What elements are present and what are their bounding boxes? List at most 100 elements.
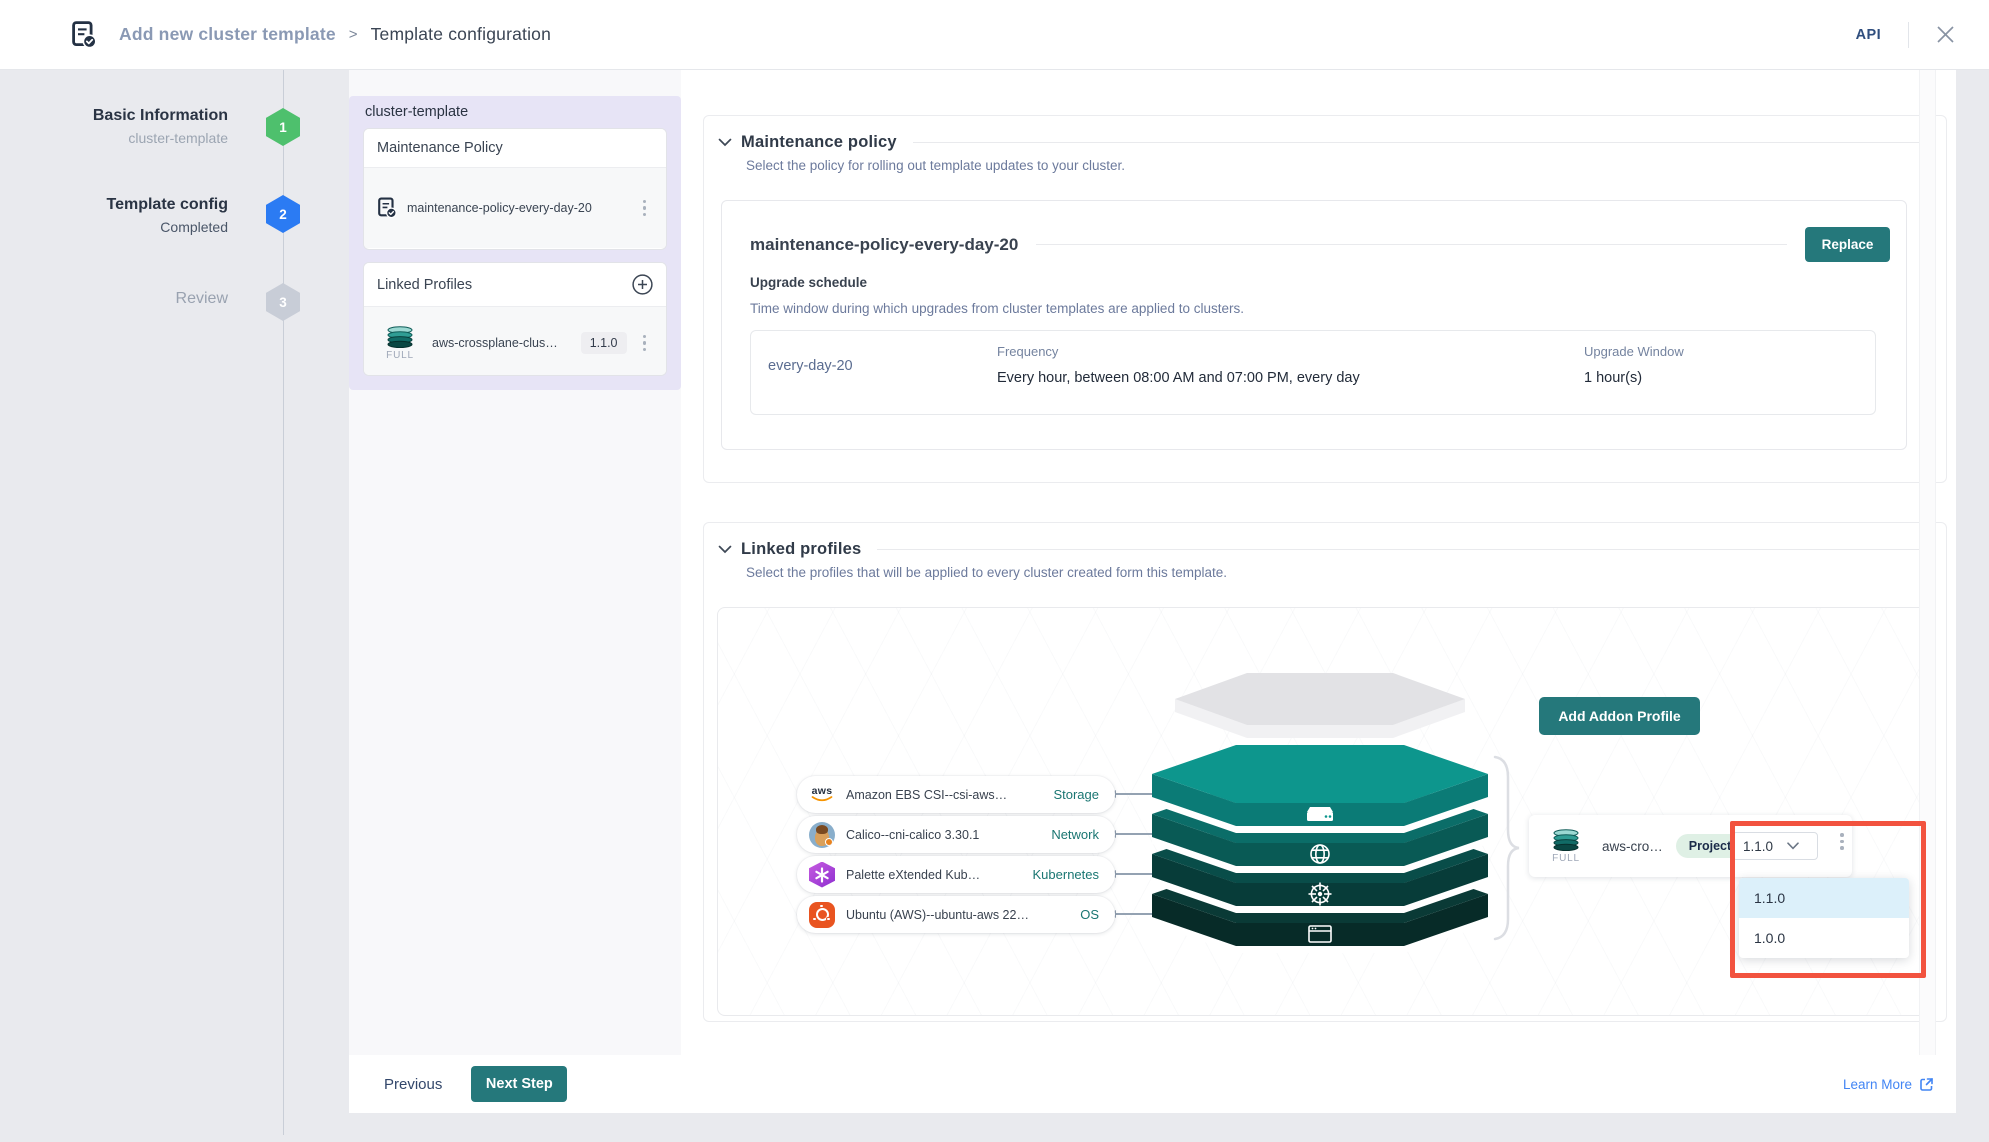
ubuntu-icon	[809, 902, 835, 928]
section-title: Linked profiles	[741, 540, 861, 559]
step-2-number: 2	[279, 207, 287, 222]
full-badge-label: FULL	[386, 350, 414, 361]
policy-name: maintenance-policy-every-day-20	[750, 235, 1018, 255]
step-subtitle: cluster-template	[0, 130, 228, 146]
plus-circle-icon[interactable]	[632, 274, 653, 295]
section-subtitle: Select the profiles that will be applied…	[746, 565, 1946, 580]
kebab-menu-icon[interactable]	[1834, 829, 1850, 854]
tree-profiles-header: Linked Profiles	[377, 277, 632, 293]
step-title: Review	[0, 290, 228, 308]
learn-more-label: Learn More	[1843, 1077, 1912, 1092]
maintenance-policy-section: Maintenance policy Select the policy for…	[703, 115, 1947, 483]
layers-icon	[1551, 829, 1581, 851]
layer-pill-storage[interactable]: aws Amazon EBS CSI--csi-aws… Storage	[797, 776, 1115, 813]
tree-profile-item[interactable]: FULL aws-crossplane-clus… 1.1.0	[374, 318, 656, 369]
version-select[interactable]: 1.1.0	[1732, 832, 1818, 860]
brace-graphic	[1495, 757, 1519, 939]
step-title: Template config	[0, 196, 228, 214]
step-3-hexagon[interactable]: 3	[266, 283, 300, 321]
breadcrumb-separator: >	[349, 26, 358, 43]
addon-profile-card: FULL aws-cro… Project 1.1.0	[1529, 815, 1852, 877]
section-title: Maintenance policy	[741, 133, 897, 152]
tree-linked-profiles-card: Linked Profiles	[363, 262, 667, 376]
external-link-icon	[1919, 1077, 1934, 1092]
schedule-name: every-day-20	[751, 331, 997, 414]
tree-maintenance-header: Maintenance Policy	[364, 129, 666, 168]
frequency-value: Every hour, between 08:00 AM and 07:00 P…	[997, 370, 1584, 386]
calico-icon	[809, 822, 835, 848]
close-icon[interactable]	[1936, 25, 1955, 44]
step-3-number: 3	[279, 295, 287, 310]
layer-name: Palette eXtended Kub…	[846, 868, 980, 882]
page-header: Add new cluster template > Template conf…	[0, 0, 1989, 70]
frequency-label: Frequency	[997, 344, 1584, 359]
upgrade-window-value: 1 hour(s)	[1584, 370, 1684, 386]
learn-more-link[interactable]: Learn More	[1843, 1077, 1934, 1092]
layer-pill-network[interactable]: Calico--cni-calico 3.30.1 Network	[797, 816, 1115, 853]
profile-type-badge: FULL	[1544, 829, 1588, 864]
kebab-menu-icon[interactable]	[637, 196, 653, 221]
addon-profile-name: aws-cro…	[1602, 839, 1663, 854]
step-review[interactable]: Review	[0, 290, 228, 308]
layer-category: Network	[1051, 827, 1099, 842]
step-title: Basic Information	[0, 107, 228, 125]
step-subtitle: Completed	[0, 219, 228, 235]
profile-version-chip: 1.1.0	[581, 332, 627, 354]
layer-pill-os[interactable]: Ubuntu (AWS)--ubuntu-aws 22… OS	[797, 896, 1115, 933]
layer-name: Calico--cni-calico 3.30.1	[846, 828, 979, 842]
layer-category: Kubernetes	[1033, 867, 1100, 882]
tree-root-label: cluster-template	[365, 104, 468, 120]
chevron-down-icon	[1787, 842, 1799, 850]
step-1-number: 1	[279, 120, 287, 135]
app-window: Add new cluster template > Template conf…	[0, 0, 1989, 1142]
full-badge-label: FULL	[1552, 853, 1580, 864]
step-basic-information[interactable]: Basic Information cluster-template	[0, 107, 228, 146]
version-option-1-1-0[interactable]: 1.1.0	[1739, 878, 1909, 918]
document-check-icon	[378, 197, 397, 219]
header-divider	[1908, 22, 1909, 48]
version-dropdown-menu: 1.1.0 1.0.0	[1739, 878, 1909, 958]
upgrade-window-label: Upgrade Window	[1584, 344, 1684, 359]
page-title: Template configuration	[371, 24, 551, 45]
tree-maintenance-card: Maintenance Policy maintena	[363, 128, 667, 250]
wizard-footer: Previous Next Step Learn More	[349, 1055, 1956, 1113]
layers-icon	[385, 326, 415, 348]
breadcrumb-parent-link[interactable]: Add new cluster template	[119, 24, 336, 45]
tree-profile-item-name: aws-crossplane-clus…	[432, 336, 571, 350]
kebab-menu-icon[interactable]	[637, 331, 653, 356]
hexagon-stack-graphic	[1120, 642, 1530, 972]
chevron-down-icon[interactable]	[718, 138, 732, 147]
tree-maintenance-item-name: maintenance-policy-every-day-20	[407, 201, 627, 215]
version-option-1-0-0[interactable]: 1.0.0	[1739, 918, 1909, 958]
aws-icon: aws	[809, 786, 835, 803]
step-1-hexagon[interactable]: 1	[266, 108, 300, 146]
layer-name: Amazon EBS CSI--csi-aws…	[846, 788, 1007, 802]
maintenance-policy-card: maintenance-policy-every-day-20 Replace …	[721, 200, 1907, 450]
add-addon-profile-button[interactable]: Add Addon Profile	[1539, 697, 1700, 735]
tree-maintenance-item[interactable]: maintenance-policy-every-day-20	[374, 188, 656, 229]
pxk-icon	[809, 862, 835, 888]
upgrade-schedule-heading: Upgrade schedule	[750, 275, 1890, 290]
policy-name-rule	[1036, 244, 1787, 245]
template-tree-panel: cluster-template Maintenance Policy	[349, 70, 681, 1055]
storage-layer-icon	[1307, 807, 1333, 821]
section-title-rule	[877, 549, 1930, 550]
layer-category: Storage	[1053, 787, 1099, 802]
previous-button[interactable]: Previous	[384, 1076, 442, 1093]
next-step-button[interactable]: Next Step	[471, 1066, 567, 1102]
step-2-hexagon[interactable]: 2	[266, 195, 300, 233]
api-link[interactable]: API	[1856, 27, 1881, 43]
section-title-rule	[913, 142, 1930, 143]
layer-category: OS	[1080, 907, 1099, 922]
section-subtitle: Select the policy for rolling out templa…	[746, 158, 1946, 173]
document-check-icon	[72, 21, 97, 49]
layer-pill-kubernetes[interactable]: Palette eXtended Kub… Kubernetes	[797, 856, 1115, 893]
layer-name: Ubuntu (AWS)--ubuntu-aws 22…	[846, 908, 1029, 922]
vertical-scrollbar[interactable]	[1919, 70, 1936, 1055]
schedule-row: every-day-20 Frequency Every hour, betwe…	[750, 330, 1876, 415]
version-select-value: 1.1.0	[1743, 839, 1773, 854]
chevron-down-icon[interactable]	[718, 545, 732, 554]
profile-type-badge: FULL	[378, 326, 422, 361]
replace-button[interactable]: Replace	[1805, 227, 1890, 262]
step-template-config[interactable]: Template config Completed	[0, 196, 228, 235]
